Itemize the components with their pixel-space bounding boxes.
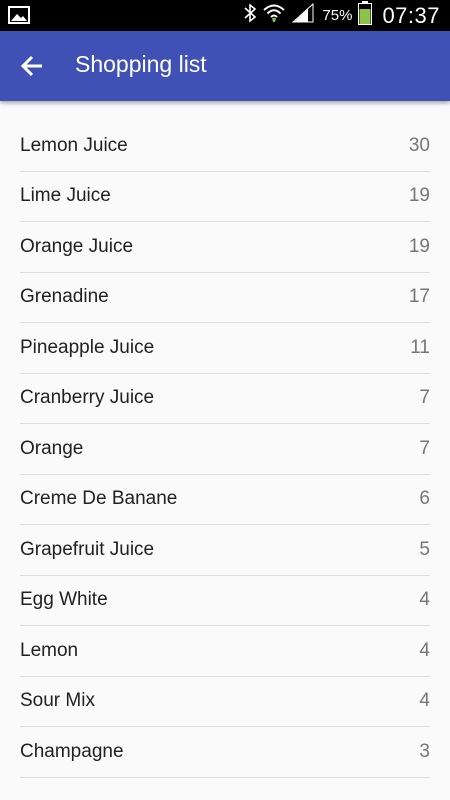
app-bar: Shopping list xyxy=(0,31,450,101)
item-name: Egg White xyxy=(20,589,108,611)
list-item[interactable]: Lemon 4 xyxy=(20,626,430,677)
status-bar: 75% 07:37 xyxy=(0,0,450,31)
list-item[interactable]: Egg White 4 xyxy=(20,576,430,626)
item-name: Grenadine xyxy=(20,286,109,308)
list-item[interactable]: Orange 7 xyxy=(20,424,430,475)
signal-icon xyxy=(292,2,314,28)
item-name: Cranberry Juice xyxy=(20,387,155,409)
list-item[interactable]: Orange Juice 19 xyxy=(20,222,430,273)
item-name: Orange xyxy=(20,437,84,459)
list-item[interactable]: Champagne 3 xyxy=(20,727,430,778)
item-name: Lime Juice xyxy=(20,185,111,207)
item-count: 19 xyxy=(408,185,430,207)
item-count: 4 xyxy=(419,589,430,611)
wifi-icon xyxy=(262,3,286,28)
item-count: 7 xyxy=(419,387,430,409)
item-count: 5 xyxy=(419,538,430,560)
item-name: Creme De Banane xyxy=(20,488,178,510)
item-count: 11 xyxy=(410,336,430,358)
shopping-list: Lemon Juice 30 Lime Juice 19 Orange Juice 19 G… xyxy=(20,121,430,778)
list-item[interactable]: Grenadine 17 xyxy=(20,273,430,323)
list-item[interactable]: Lime Juice 19 xyxy=(20,172,430,222)
item-name: Champagne xyxy=(20,740,124,762)
page-title: Shopping list xyxy=(75,51,207,77)
item-name: Sour Mix xyxy=(20,690,95,712)
list-item[interactable]: Cranberry Juice 7 xyxy=(20,374,430,424)
item-count: 4 xyxy=(419,639,430,661)
image-notification-icon xyxy=(8,6,30,24)
clock: 07:37 xyxy=(382,2,440,28)
item-name: Lemon Juice xyxy=(20,134,128,156)
item-count: 6 xyxy=(419,488,430,510)
list-item[interactable]: Sour Mix 4 xyxy=(20,677,430,727)
item-name: Orange Juice xyxy=(20,235,134,257)
back-button[interactable] xyxy=(18,52,50,80)
list-item[interactable]: Grapefruit Juice 5 xyxy=(20,525,430,576)
item-count: 3 xyxy=(419,740,430,762)
item-name: Lemon xyxy=(20,639,79,661)
arrow-back-icon xyxy=(20,55,42,77)
item-count: 30 xyxy=(408,134,430,156)
item-count: 7 xyxy=(419,437,430,459)
item-count: 4 xyxy=(419,690,430,712)
item-name: Grapefruit Juice xyxy=(20,538,155,560)
item-count: 17 xyxy=(408,286,430,308)
bluetooth-icon xyxy=(244,3,257,28)
battery-percent: 75% xyxy=(322,7,353,24)
list-item[interactable]: Creme De Banane 6 xyxy=(20,475,430,525)
list-item[interactable]: Lemon Juice 30 xyxy=(20,121,430,172)
battery-charging-icon xyxy=(358,1,373,30)
item-name: Pineapple Juice xyxy=(20,336,155,358)
item-count: 19 xyxy=(408,235,430,257)
list-item[interactable]: Pineapple Juice 11 xyxy=(20,323,430,374)
